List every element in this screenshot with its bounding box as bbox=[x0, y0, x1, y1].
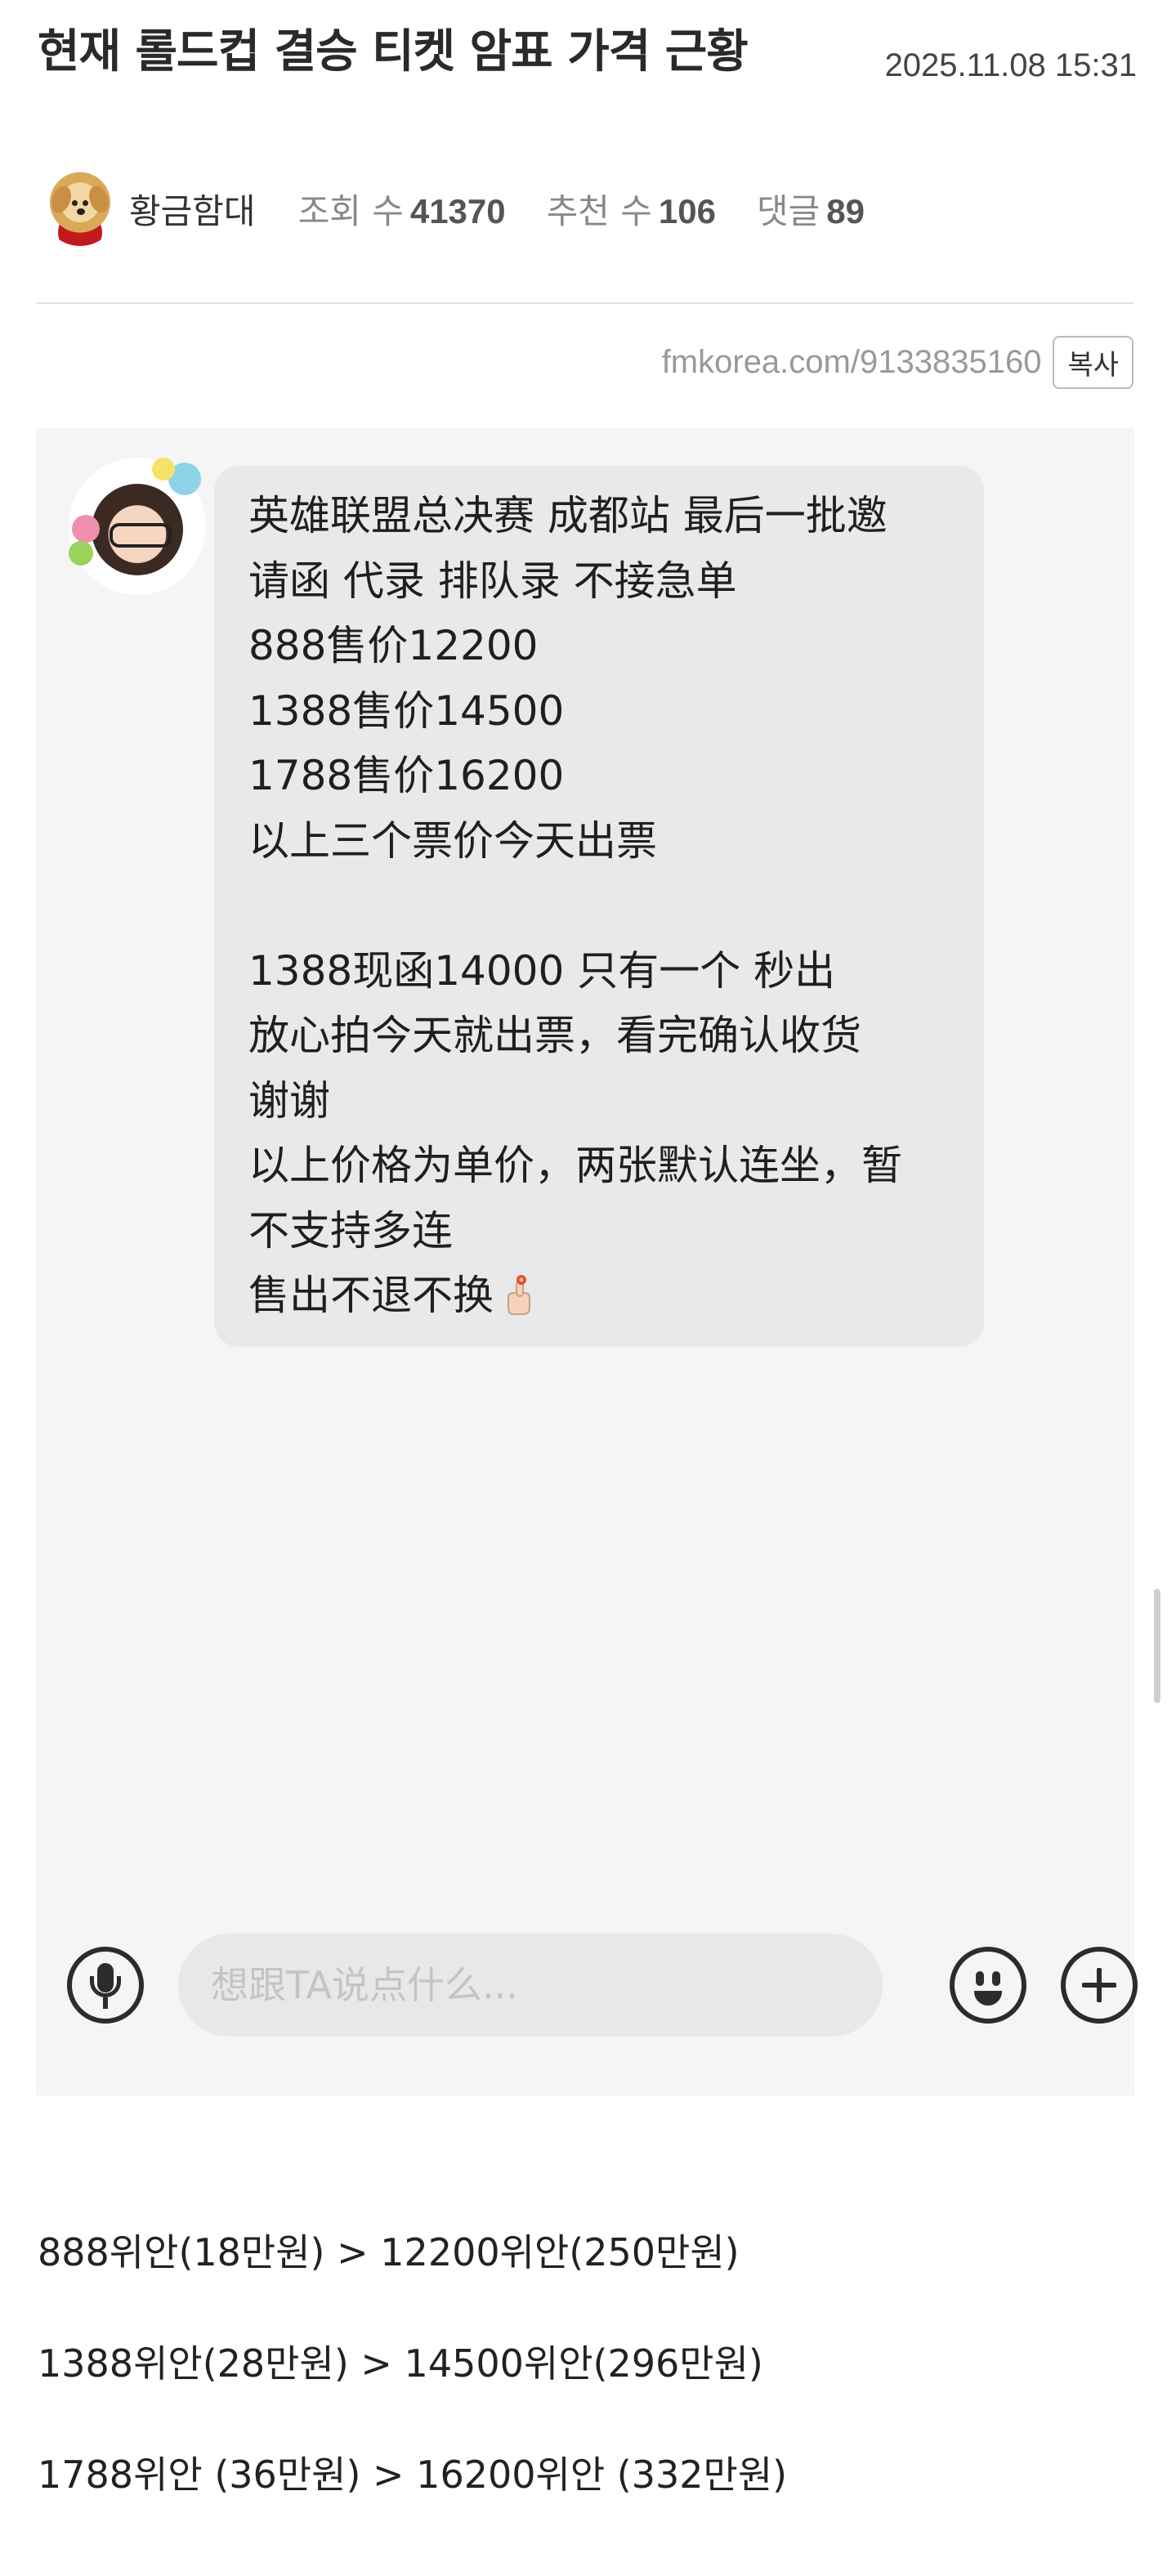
message-line: 888售价12200 bbox=[248, 622, 539, 669]
chat-screenshot: 英雄联盟总决赛 成都站 最后一批邀 请函 代录 排队录 不接急单 888售价12… bbox=[36, 428, 1160, 2095]
chat-message-input[interactable] bbox=[178, 1934, 883, 2037]
message-line-last: 售出不退不换 bbox=[248, 1263, 951, 1329]
author-avatar[interactable] bbox=[42, 171, 118, 246]
recommends-label: 추천 수 bbox=[546, 190, 652, 231]
views-stat: 조회 수 41370 bbox=[298, 184, 506, 234]
copy-url-button[interactable]: 복사 bbox=[1053, 335, 1134, 389]
message-line: 请函 代录 排队录 不接急单 bbox=[248, 557, 737, 605]
post-url[interactable]: fmkorea.com/9133835160 bbox=[662, 344, 1042, 381]
message-line: 以上三个票价今天出票 bbox=[248, 816, 657, 865]
scrollbar-thumb[interactable] bbox=[1154, 1589, 1160, 1703]
post-meta: 황금함대 조회 수 41370 추천 수 106 댓글 89 bbox=[42, 171, 905, 246]
recommends-count: 106 bbox=[658, 191, 716, 230]
price-comparison-line: 888위안(18만원) > 12200위안(250만원) bbox=[38, 2230, 740, 2274]
post-date: 2025.11.08 15:31 bbox=[884, 47, 1137, 83]
message-line: 谢谢 bbox=[248, 1076, 330, 1125]
message-line: 1788售价16200 bbox=[248, 752, 565, 799]
views-label: 조회 수 bbox=[297, 190, 404, 231]
price-comparison-line: 1788위안 (36만원) > 16200위안 (332만원) bbox=[38, 2453, 788, 2497]
seller-avatar bbox=[69, 458, 206, 595]
comments-stat[interactable]: 댓글 89 bbox=[757, 184, 865, 234]
post-url-row: fmkorea.com/9133835160 복사 bbox=[662, 335, 1134, 389]
message-line bbox=[248, 874, 951, 939]
recommends-stat: 추천 수 106 bbox=[547, 184, 716, 234]
header-divider bbox=[36, 302, 1134, 304]
post-title: 현재 롤드컵 결승 티켓 암표 가격 근황 bbox=[38, 25, 749, 78]
plus-icon[interactable] bbox=[1061, 1947, 1138, 2024]
message-bubble: 英雄联盟总决赛 成都站 最后一批邀 请函 代录 排队录 不接急单 888售价12… bbox=[214, 466, 984, 1347]
comments-count: 89 bbox=[826, 191, 865, 230]
message-line: 不支持多连 bbox=[248, 1206, 453, 1254]
emoji-icon[interactable] bbox=[950, 1947, 1026, 2024]
message-line: 英雄联盟总决赛 成都站 最后一批邀 bbox=[248, 492, 888, 539]
message-line: 以上价格为单价，两张默认连坐，暂 bbox=[248, 1142, 902, 1189]
author-name[interactable]: 황금함대 bbox=[129, 184, 256, 234]
microphone-icon[interactable] bbox=[67, 1947, 144, 2024]
chat-input-bar bbox=[67, 1932, 1138, 2038]
thumbs-up-flower-emoji-icon bbox=[508, 1274, 530, 1315]
comments-label: 댓글 bbox=[757, 190, 821, 231]
views-count: 41370 bbox=[409, 191, 506, 230]
message-line: 售出不退不换 bbox=[248, 1272, 494, 1319]
price-comparison-line: 1388위안(28만원) > 14500위안(296만원) bbox=[38, 2341, 763, 2386]
message-line: 1388售价14500 bbox=[248, 686, 565, 735]
message-line: 放心拍今天就出票，看完确认收货 bbox=[248, 1012, 861, 1059]
message-line: 1388现函14000 只有一个 秒出 bbox=[248, 946, 836, 995]
